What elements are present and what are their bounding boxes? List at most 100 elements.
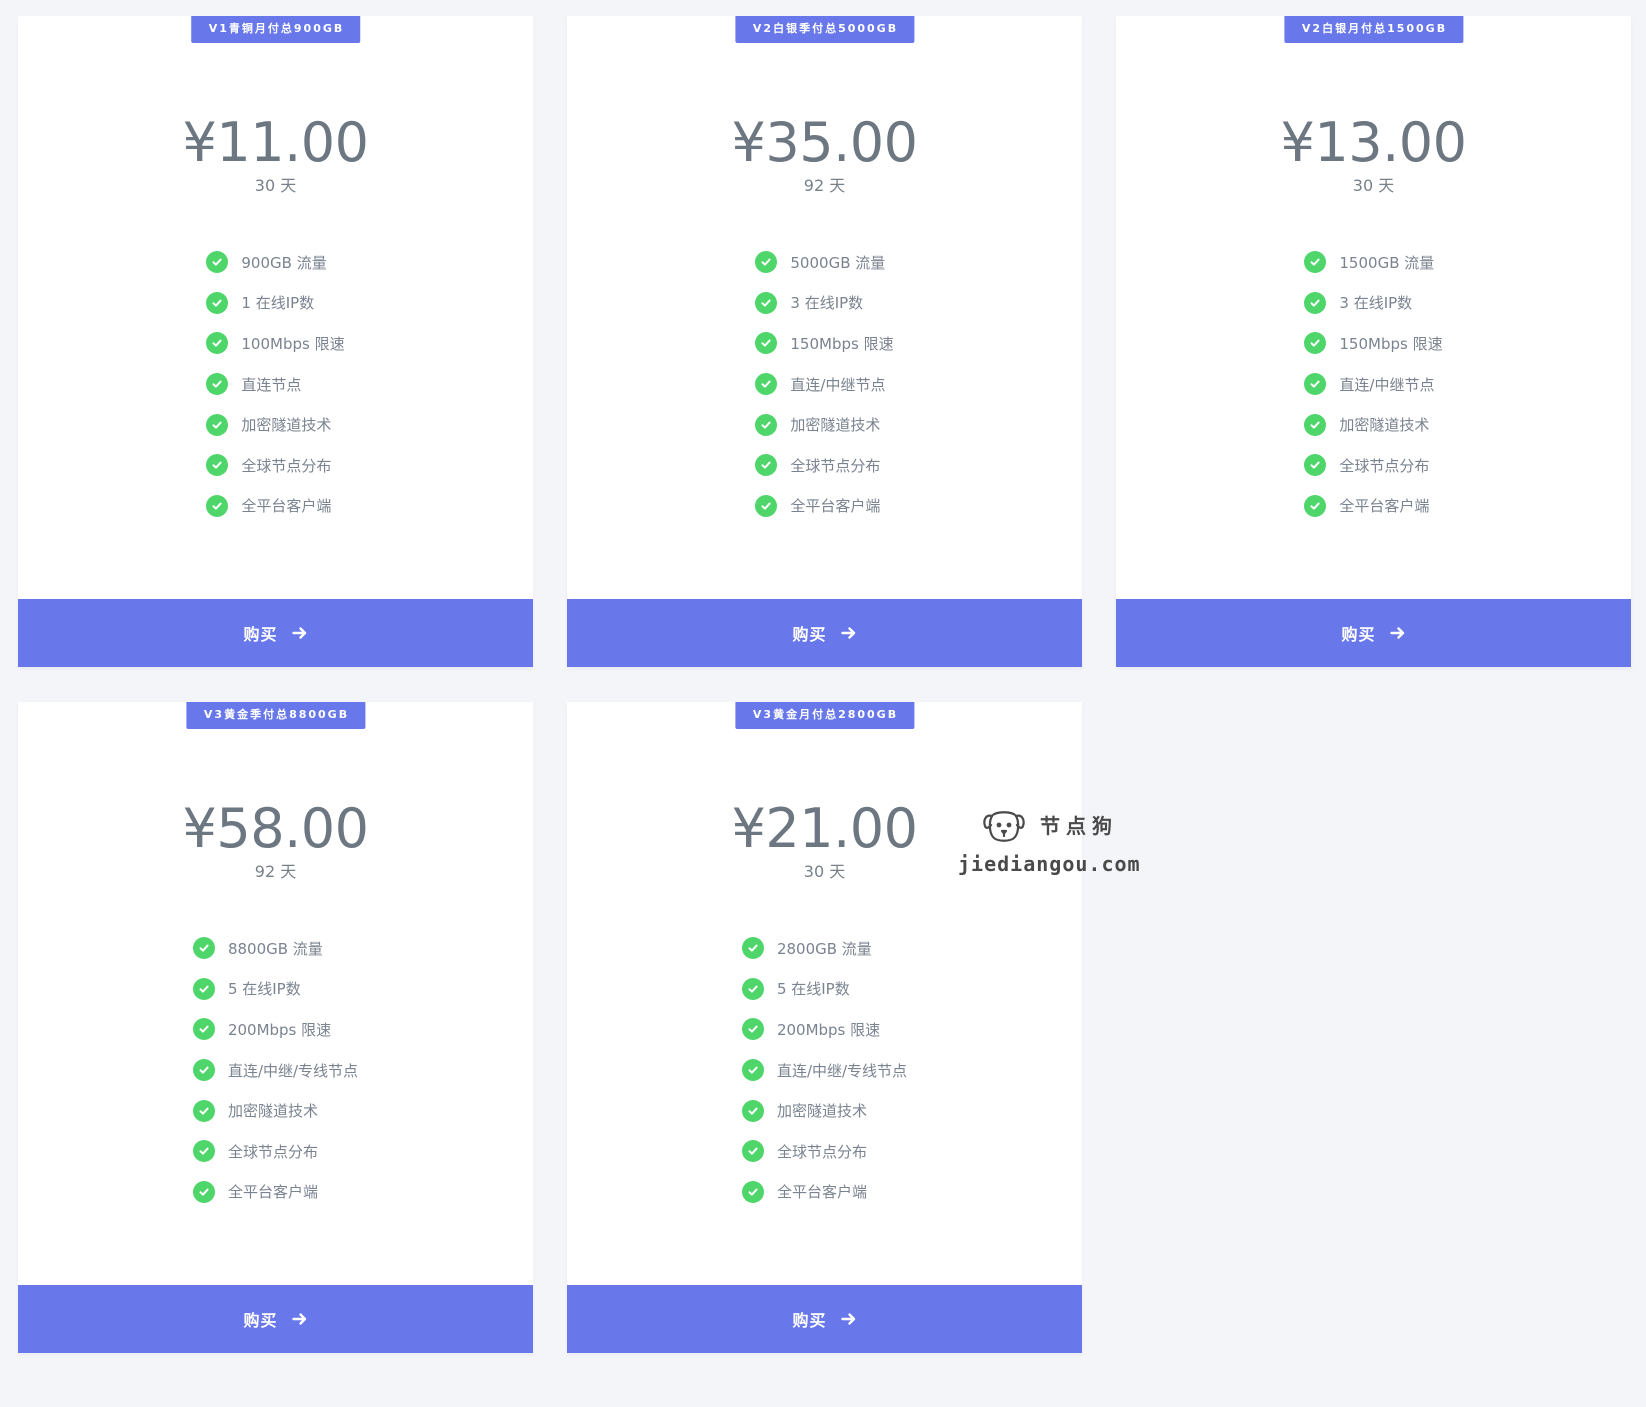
feature-text: 全平台客户端 (241, 497, 332, 516)
feature-item: 200Mbps 限速 (741, 1009, 907, 1050)
feature-text: 加密隧道技术 (776, 1102, 867, 1121)
feature-item: 3 在线IP数 (755, 283, 893, 324)
buy-button[interactable]: 购买 (1116, 599, 1631, 667)
feature-text: 3 在线IP数 (1339, 294, 1413, 313)
buy-button-label: 购买 (243, 625, 278, 644)
feature-item: 加密隧道技术 (1304, 404, 1442, 445)
check-circle-icon (206, 251, 229, 274)
feature-text: 200Mbps 限速 (776, 1020, 881, 1039)
arrow-right-icon (291, 1312, 308, 1326)
feature-item: 150Mbps 限速 (1304, 323, 1443, 364)
feature-item: 900GB 流量 (206, 242, 344, 283)
feature-item: 直连/中继节点 (755, 364, 893, 405)
feature-item: 8800GB 流量 (192, 928, 358, 969)
feature-item: 5 在线IP数 (192, 969, 358, 1010)
plan-tag: V3黄金季付总8800GB (185, 702, 366, 729)
feature-text: 8800GB 流量 (227, 939, 323, 958)
plan-period: 92 天 (803, 176, 846, 195)
check-circle-icon (741, 1099, 764, 1122)
check-circle-icon (1304, 251, 1327, 274)
plan-grid: V1青铜月付总900GB ¥11.00 30 天 900GB 流量 1 在线IP数… (18, 16, 1631, 1353)
buy-button[interactable]: 购买 (18, 599, 533, 667)
feature-text: 直连/中继/专线节点 (227, 1061, 359, 1080)
check-circle-icon (1304, 413, 1327, 436)
feature-text: 5 在线IP数 (227, 980, 301, 999)
feature-list: 1500GB 流量 3 在线IP数 150Mbps 限速 直连/中继节点加密隧道技术全… (1116, 242, 1631, 526)
check-circle-icon (206, 291, 229, 314)
arrow-right-icon (840, 1312, 857, 1326)
feature-text: 直连/中继节点 (1339, 375, 1435, 394)
buy-button-label: 购买 (792, 625, 827, 644)
check-circle-icon (192, 1140, 215, 1163)
feature-item: 2800GB 流量 (741, 928, 907, 969)
feature-item: 直连节点 (206, 364, 344, 405)
feature-item: 全平台客户端 (192, 1172, 358, 1213)
feature-item: 全平台客户端 (755, 486, 893, 527)
buy-button-label: 购买 (1341, 625, 1376, 644)
check-circle-icon (192, 1059, 215, 1082)
feature-item: 150Mbps 限速 (755, 323, 894, 364)
plan-period: 30 天 (254, 176, 297, 195)
plan-price: ¥13.00 (1280, 111, 1467, 174)
check-circle-icon (1304, 291, 1327, 314)
feature-text: 直连节点 (241, 375, 302, 394)
feature-list: 8800GB 流量 5 在线IP数 200Mbps 限速 直连/中继/专线节点 加密隧道… (18, 928, 533, 1212)
check-circle-icon (1304, 454, 1327, 477)
feature-item: 直连/中继/专线节点 (741, 1050, 907, 1091)
feature-text: 1 在线IP数 (241, 294, 315, 313)
feature-item: 200Mbps 限速 (192, 1009, 358, 1050)
plan-price: ¥21.00 (731, 797, 918, 860)
feature-item: 全球节点分布 (192, 1131, 358, 1172)
feature-text: 全球节点分布 (241, 456, 332, 475)
feature-item: 直连/中继节点 (1304, 364, 1442, 405)
feature-item: 1500GB 流量 (1304, 242, 1442, 283)
check-circle-icon (1304, 373, 1327, 396)
feature-text: 全球节点分布 (1339, 456, 1430, 475)
feature-text: 全球节点分布 (776, 1142, 867, 1161)
feature-text: 3 在线IP数 (790, 294, 864, 313)
check-circle-icon (755, 373, 778, 396)
feature-item: 5 在线IP数 (741, 969, 907, 1010)
feature-item: 全平台客户端 (741, 1172, 907, 1213)
plan-tag: V2白银季付总5000GB (734, 16, 915, 43)
buy-button[interactable]: 购买 (567, 599, 1082, 667)
check-circle-icon (755, 332, 778, 355)
buy-button[interactable]: 购买 (18, 1285, 533, 1353)
feature-item: 加密隧道技术 (741, 1090, 907, 1131)
buy-button[interactable]: 购买 (567, 1285, 1082, 1353)
plan-period: 92 天 (254, 862, 297, 881)
arrow-right-icon (840, 626, 857, 640)
check-circle-icon (206, 373, 229, 396)
plan-price: ¥11.00 (182, 111, 369, 174)
plan-card: V2白银月付总1500GB ¥13.00 30 天 1500GB 流量 3 在线I… (1116, 16, 1631, 667)
check-circle-icon (192, 977, 215, 1000)
feature-list: 5000GB 流量 3 在线IP数 150Mbps 限速 直连/中继节点 加密隧道技术全… (567, 242, 1082, 526)
feature-text: 全球节点分布 (790, 456, 881, 475)
feature-text: 全平台客户端 (790, 497, 881, 516)
check-circle-icon (206, 413, 229, 436)
feature-item: 加密隧道技术 (206, 404, 344, 445)
arrow-right-icon (291, 626, 308, 640)
feature-item: 全球节点分布 (741, 1131, 907, 1172)
feature-text: 1500GB 流量 (1339, 253, 1435, 272)
check-circle-icon (755, 494, 778, 517)
plan-tag: V3黄金月付总2800GB (734, 702, 915, 729)
check-circle-icon (755, 413, 778, 436)
feature-text: 150Mbps 限速 (1339, 334, 1443, 353)
feature-text: 全平台客户端 (1339, 497, 1430, 516)
plan-period: 30 天 (1352, 176, 1395, 195)
plan-card: V3黄金月付总2800GB ¥21.00 30 天 2800GB 流量 5 在线I… (567, 702, 1082, 1353)
plan-period: 30 天 (803, 862, 846, 881)
buy-button-label: 购买 (243, 1311, 278, 1330)
plan-card: V3黄金季付总8800GB ¥58.00 92 天 8800GB 流量 5 在线I… (18, 702, 533, 1353)
feature-item: 全球节点分布 (755, 445, 893, 486)
check-circle-icon (206, 454, 229, 477)
plan-card: V2白银季付总5000GB ¥35.00 92 天 5000GB 流量 3 在线I… (567, 16, 1082, 667)
feature-item: 3 在线IP数 (1304, 283, 1442, 324)
feature-text: 全球节点分布 (227, 1142, 318, 1161)
check-circle-icon (192, 1180, 215, 1203)
check-circle-icon (741, 1180, 764, 1203)
feature-item: 直连/中继/专线节点 (192, 1050, 359, 1091)
plan-price: ¥58.00 (182, 797, 369, 860)
check-circle-icon (755, 291, 778, 314)
